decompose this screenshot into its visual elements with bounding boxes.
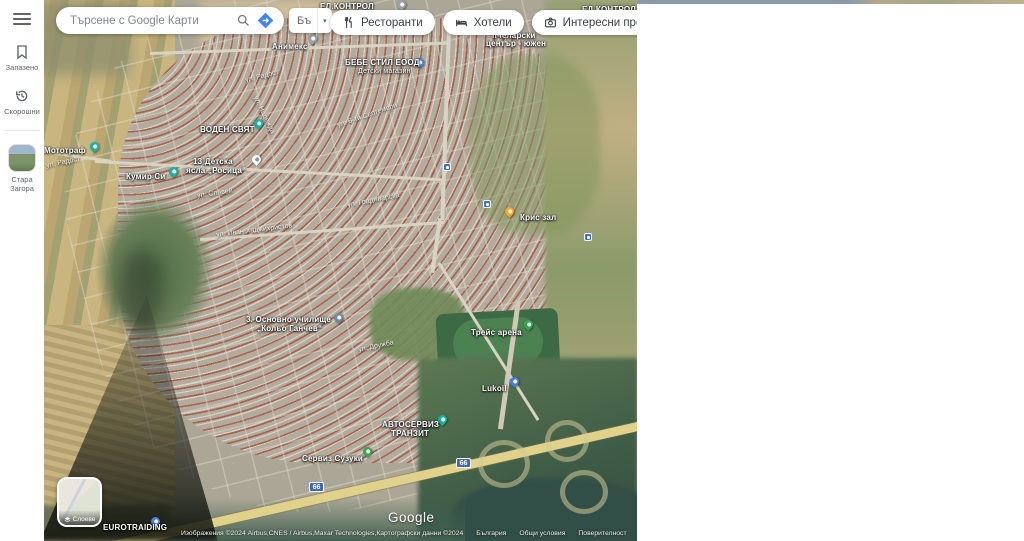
map-label[interactable]: 3. Основно училище (246, 315, 331, 324)
footer-link-country[interactable]: България (476, 530, 506, 537)
menu-icon[interactable] (13, 13, 31, 28)
chip-restaurants[interactable]: Ресторанти (330, 10, 435, 35)
map-label[interactable]: Мототраф (44, 146, 86, 155)
map-label[interactable]: Анимекс (272, 42, 308, 51)
map-label[interactable]: „Кольо Ганчев“ (257, 324, 322, 333)
map-terrain (470, 55, 600, 235)
map-label[interactable]: ВОДЕН СВЯТ (200, 125, 255, 134)
map-label[interactable]: Крис зал (520, 213, 556, 222)
map-cloud-shadow (118, 248, 163, 333)
layers-icon (64, 516, 71, 523)
layers-label: Слоеве (73, 516, 96, 523)
map-label[interactable]: ясла „Росица“ (186, 166, 246, 175)
map-label[interactable]: БЕБЕ СТИЛ ЕООД (345, 58, 420, 67)
map-attribution: Изображения ©2024 Airbus,CNES / Airbus,M… (181, 530, 638, 537)
attribution-text: Изображения ©2024 Airbus,CNES / Airbus,M… (181, 530, 463, 537)
map-label[interactable]: АВТОСЕРВИЗ (382, 420, 439, 429)
map-interchange-loop (560, 470, 608, 514)
map-label[interactable]: Трейс арена (471, 328, 522, 337)
map-interchange-loop (545, 420, 589, 462)
recent-place-name: Стара Загора (4, 175, 40, 194)
chip-label: Ресторанти (361, 17, 423, 29)
sidebar-item-label: Скорошни (4, 107, 40, 116)
search-box[interactable] (56, 7, 284, 34)
map-label[interactable]: център - южен (486, 39, 546, 48)
layers-button[interactable]: Слоеве (57, 477, 102, 527)
map-label[interactable]: Lukoil (482, 384, 507, 393)
map-edge-sliver (637, 0, 1024, 4)
recent-place-thumbnail[interactable] (9, 145, 35, 171)
road-shield: 66 (309, 482, 324, 492)
map-label: Детски магазин (358, 68, 411, 75)
unloaded-panel (637, 4, 1024, 541)
search-input[interactable] (70, 15, 232, 27)
hotel-icon (455, 16, 468, 29)
road-shield: 66 (456, 458, 471, 468)
language-label: Бъ (289, 8, 318, 33)
language-button[interactable]: Бъ ▾ (289, 8, 332, 33)
map-label[interactable]: 13 Детска (193, 157, 233, 166)
chip-label: Хотели (474, 17, 512, 29)
divider (4, 130, 40, 131)
bookmark-icon (14, 44, 30, 60)
footer-link-privacy[interactable]: Поверителност (578, 530, 626, 537)
map-label[interactable]: Кумир Си (126, 172, 165, 181)
bus-stop-icon[interactable] (483, 200, 491, 208)
restaurant-icon (342, 16, 355, 29)
map-label[interactable]: Сервиз Сузуки (302, 454, 363, 463)
chip-hotels[interactable]: Хотели (443, 10, 524, 35)
map-interchange-loop (478, 440, 530, 488)
camera-icon (544, 16, 557, 29)
search-icon[interactable] (232, 10, 254, 32)
map-label[interactable]: ТРАНЗИТ (391, 429, 429, 438)
bus-stop-icon[interactable] (443, 163, 451, 171)
map-label[interactable]: EUROTRAIDING (103, 523, 167, 532)
sidebar-item-label: Запазено (6, 63, 39, 72)
google-logo[interactable]: Google (388, 510, 435, 525)
map-canvas[interactable]: ЕЛ.КОНТРОЛ ЕД КОНТРОЛ Анимекс БЕБЕ СТИЛ … (0, 0, 638, 541)
sidebar: Запазено Скорошни Стара Загора (0, 0, 44, 541)
sidebar-item-recent[interactable]: Скорошни (0, 88, 44, 116)
footer-link-terms[interactable]: Общи условия (519, 530, 565, 537)
sidebar-item-saved[interactable]: Запазено (0, 44, 44, 72)
directions-icon[interactable] (254, 10, 276, 32)
bus-stop-icon[interactable] (584, 233, 592, 241)
history-icon (14, 88, 30, 104)
